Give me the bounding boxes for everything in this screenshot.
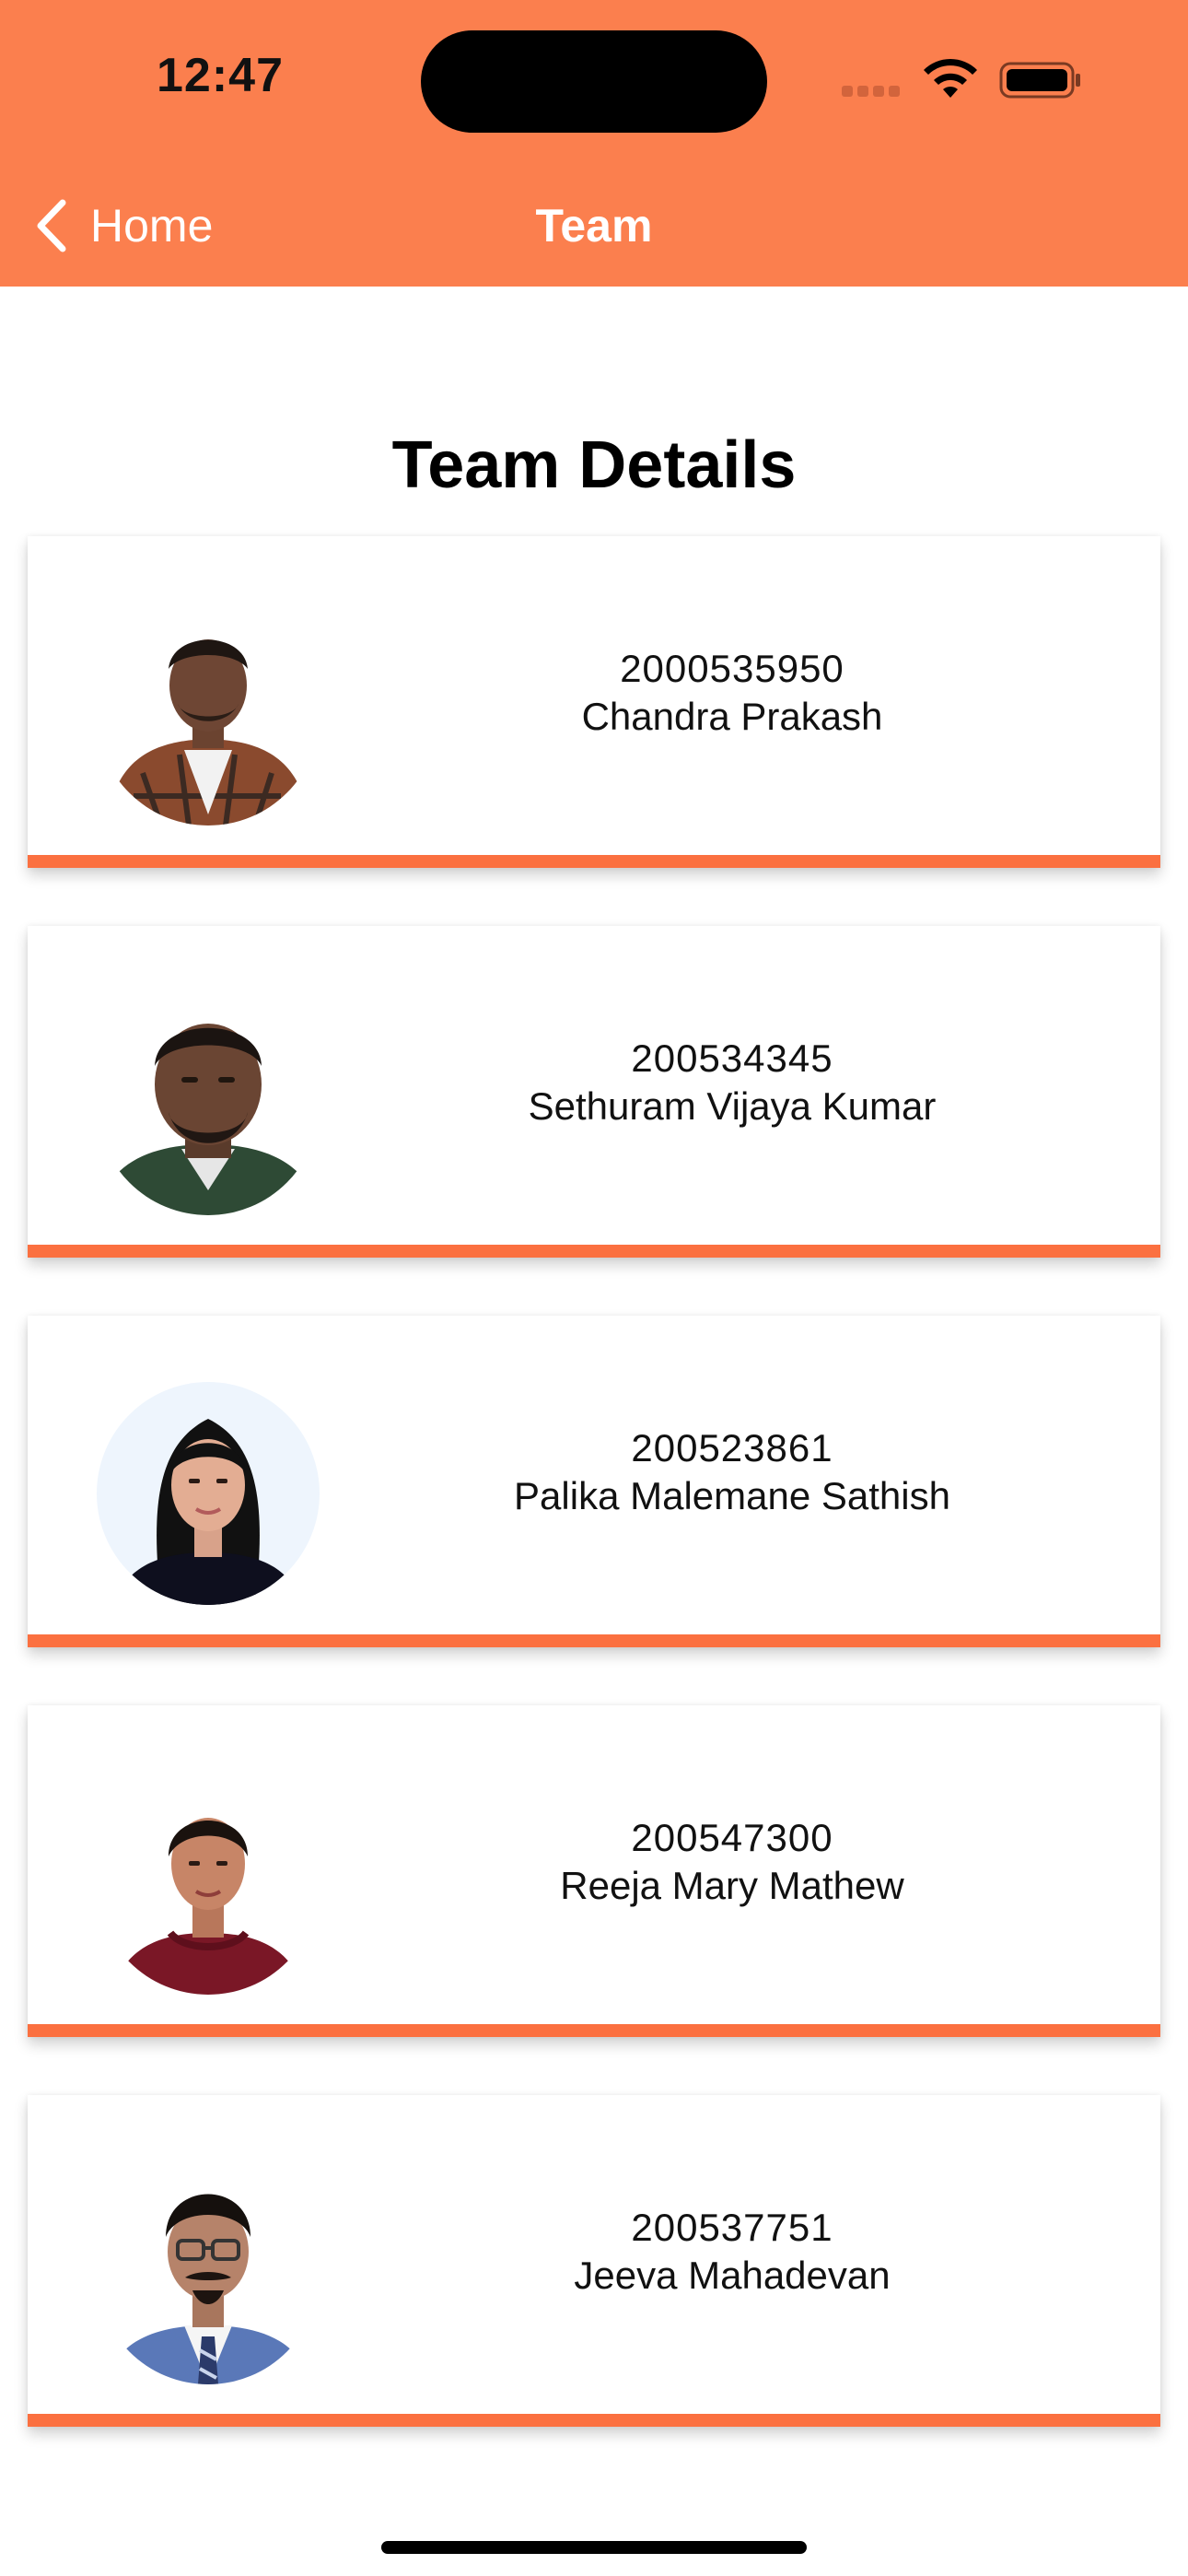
team-member-name: Reeja Mary Mathew [560,1864,904,1907]
team-member-card: 200547300 Reeja Mary Mathew [28,1705,1160,2037]
team-member-id: 200523861 [631,1426,833,1469]
team-member-id: 200547300 [631,1816,833,1859]
team-member-name: Jeeva Mahadevan [574,2254,891,2297]
dynamic-island [421,30,767,133]
nav-title: Team [535,200,653,252]
team-member-card: 200523861 Palika Malemane Sathish [28,1316,1160,1647]
team-member-id: 2000535950 [620,647,844,690]
avatar [97,1772,320,1995]
cellular-signal-icon [842,85,906,98]
team-member-info: 200523861 Palika Malemane Sathish [378,1424,1087,1520]
team-member-info: 200547300 Reeja Mary Mathew [378,1814,1087,1910]
status-time: 12:47 [157,49,284,102]
avatar [97,2161,320,2384]
avatar [97,992,320,1215]
battery-icon [999,62,1080,99]
team-member-info: 200534345 Sethuram Vijaya Kumar [378,1035,1087,1130]
team-member-name: Chandra Prakash [581,695,883,738]
team-member-card: 200534345 Sethuram Vijaya Kumar [28,926,1160,1258]
team-member-info: 2000535950 Chandra Prakash [378,645,1087,741]
team-member-name: Sethuram Vijaya Kumar [528,1084,937,1128]
nav-header: 12:47 Home Team [0,0,1188,287]
team-member-name: Palika Malemane Sathish [514,1474,950,1517]
team-member-card: 2000535950 Chandra Prakash [28,536,1160,868]
team-member-id: 200537751 [631,2206,833,2249]
team-member-info: 200537751 Jeeva Mahadevan [378,2204,1087,2300]
team-member-id: 200534345 [631,1036,833,1080]
avatar [97,603,320,825]
team-member-card: 200537751 Jeeva Mahadevan [28,2095,1160,2427]
home-indicator[interactable] [381,2541,807,2554]
avatar [97,1382,320,1605]
wifi-icon [924,58,977,98]
page-title: Team Details [391,428,797,502]
